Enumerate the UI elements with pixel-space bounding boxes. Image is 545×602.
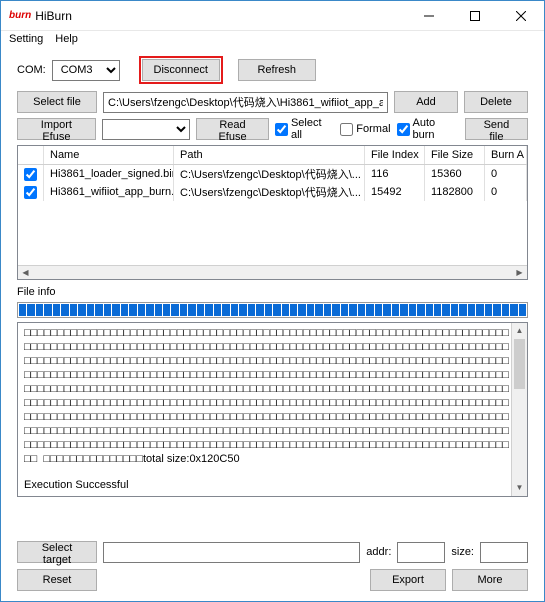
titlebar: burn HiBurn xyxy=(1,1,544,31)
table-header: Name Path File Index File Size Burn A xyxy=(18,146,527,165)
addr-label: addr: xyxy=(366,546,391,558)
minimize-button[interactable] xyxy=(406,1,452,31)
row-checkbox[interactable] xyxy=(24,186,37,199)
size-label: size: xyxy=(451,546,474,558)
scroll-up-icon[interactable]: ▲ xyxy=(512,323,527,339)
export-button[interactable]: Export xyxy=(370,569,446,591)
disconnect-button[interactable]: Disconnect xyxy=(142,59,220,81)
menu-help[interactable]: Help xyxy=(55,33,78,45)
delete-button[interactable]: Delete xyxy=(464,91,528,113)
col-path[interactable]: Path xyxy=(174,146,365,164)
file-table: Name Path File Index File Size Burn A Hi… xyxy=(17,145,528,280)
scroll-left-icon[interactable]: ◀ xyxy=(18,266,33,279)
auto-burn-checkbox[interactable]: Auto burn xyxy=(397,117,459,141)
scroll-down-icon[interactable]: ▼ xyxy=(512,480,527,496)
col-burn-addr[interactable]: Burn A xyxy=(485,146,527,164)
log-total-size: □□□□□□□□□□□□□□□total size:0x120C50 xyxy=(43,453,239,465)
select-target-button[interactable]: Select target xyxy=(17,541,97,563)
more-button[interactable]: More xyxy=(452,569,528,591)
menubar: Setting Help xyxy=(1,31,544,49)
progress-bar xyxy=(17,302,528,318)
addr-input[interactable] xyxy=(397,542,445,563)
add-button[interactable]: Add xyxy=(394,91,458,113)
com-label: COM: xyxy=(17,64,46,76)
efuse-select[interactable] xyxy=(102,119,190,140)
v-scrollbar[interactable]: ▲ ▼ xyxy=(511,323,527,496)
log-exec-status: Execution Successful xyxy=(24,479,129,491)
window-title: HiBurn xyxy=(35,9,72,23)
import-efuse-button[interactable]: Import Efuse xyxy=(17,118,96,140)
read-efuse-button[interactable]: Read Efuse xyxy=(196,118,269,140)
file-info-label: File info xyxy=(17,286,528,298)
select-file-button[interactable]: Select file xyxy=(17,91,97,113)
table-row[interactable]: Hi3861_loader_signed.bin C:\Users\fzengc… xyxy=(18,165,527,183)
log-blocks: □□□□□□□□□□□□□□□□□□□□□□□□□□□□□□□□□□□□□□□□… xyxy=(24,327,509,465)
table-row[interactable]: Hi3861_wifiiot_app_burn... C:\Users\fzen… xyxy=(18,183,527,201)
col-file-index[interactable]: File Index xyxy=(365,146,425,164)
log-output[interactable]: □□□□□□□□□□□□□□□□□□□□□□□□□□□□□□□□□□□□□□□□… xyxy=(17,322,528,497)
h-scrollbar[interactable]: ◀ ▶ xyxy=(18,265,527,279)
app-icon: burn xyxy=(9,10,31,21)
menu-setting[interactable]: Setting xyxy=(9,33,43,45)
send-file-button[interactable]: Send file xyxy=(465,118,528,140)
scroll-right-icon[interactable]: ▶ xyxy=(512,266,527,279)
col-file-size[interactable]: File Size xyxy=(425,146,485,164)
scroll-thumb[interactable] xyxy=(514,339,525,389)
file-path-input[interactable] xyxy=(103,92,388,113)
formal-checkbox[interactable]: Formal xyxy=(340,123,390,136)
reset-button[interactable]: Reset xyxy=(17,569,97,591)
log-separator: ========================================… xyxy=(24,493,307,497)
com-select[interactable]: COM3 xyxy=(52,60,120,81)
col-name[interactable]: Name xyxy=(44,146,174,164)
target-input[interactable] xyxy=(103,542,360,563)
close-button[interactable] xyxy=(498,1,544,31)
select-all-checkbox[interactable]: Select all xyxy=(275,117,334,141)
row-checkbox[interactable] xyxy=(24,168,37,181)
maximize-button[interactable] xyxy=(452,1,498,31)
size-input[interactable] xyxy=(480,542,528,563)
refresh-button[interactable]: Refresh xyxy=(238,59,316,81)
